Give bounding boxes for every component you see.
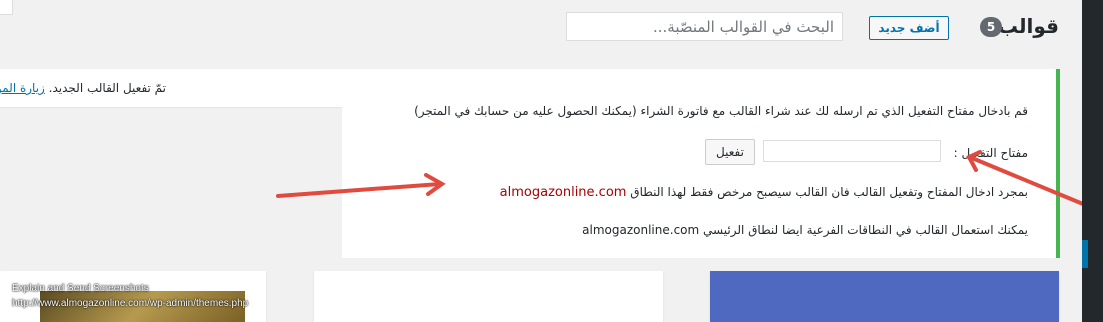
activation-key-label: مفتاح التفعيل : <box>953 146 1028 160</box>
subdomain-text: يمكنك استعمال القالب في النطاقات الفرعية… <box>703 223 1028 237</box>
theme-count-badge: 5 <box>980 17 1002 37</box>
theme-search-input[interactable] <box>566 12 843 41</box>
activation-intro: قم بادخال مفتاح التفعيل الذي تم ارسله لك… <box>414 104 1028 118</box>
screenshot-tool-caption: Explain and Send Screenshots <box>12 283 149 294</box>
screenshot-tool-url: http://www.almogazonline.com/wp-admin/th… <box>12 298 249 309</box>
subdomain-line: يمكنك استعمال القالب في النطاقات الفرعية… <box>582 223 1028 237</box>
page-title: قوالب <box>997 14 1059 38</box>
license-domain-line: بمجرد ادخال المفتاح وتفعيل القالب فان ال… <box>500 185 1028 200</box>
main-domain: almogazonline.com <box>582 223 700 237</box>
license-panel: قم بادخال مفتاح التفعيل الذي تم ارسله لك… <box>342 93 1060 258</box>
theme-card[interactable] <box>0 271 266 322</box>
license-text: بمجرد ادخال المفتاح وتفعيل القالب فان ال… <box>630 185 1028 199</box>
visit-site-link[interactable]: زيارة الموقع <box>0 81 45 95</box>
activation-key-input[interactable] <box>763 140 941 162</box>
theme-card-active[interactable] <box>710 271 1059 322</box>
notice-text: تمّ تفعيل القالب الجديد. زيارة الموقع <box>0 81 166 95</box>
activate-button[interactable]: تفعيل <box>705 139 755 165</box>
left-edge-panel <box>0 0 13 15</box>
admin-sidebar[interactable] <box>1082 0 1103 322</box>
licensed-domain: almogazonline.com <box>499 185 627 200</box>
theme-card[interactable] <box>314 271 663 322</box>
add-new-button[interactable]: أضف جديد <box>869 16 949 40</box>
sidebar-active-indicator <box>1082 240 1088 268</box>
notice-message: تمّ تفعيل القالب الجديد. <box>48 81 166 95</box>
